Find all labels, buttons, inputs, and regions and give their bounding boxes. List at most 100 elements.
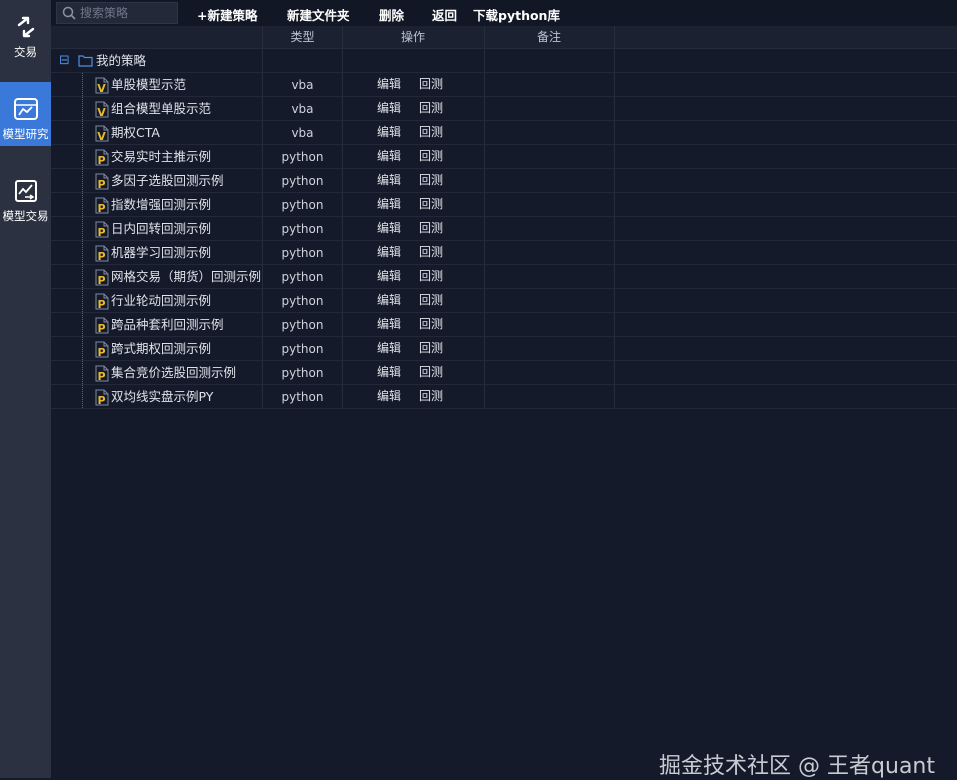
edit-link[interactable]: 编辑 xyxy=(377,97,401,121)
backtest-link[interactable]: 回测 xyxy=(419,217,443,241)
table-row[interactable]: P 交易实时主推示例 python 编辑 回测 xyxy=(51,145,957,169)
new-folder-button[interactable]: 新建文件夹 xyxy=(287,5,350,24)
edit-link[interactable]: 编辑 xyxy=(377,73,401,97)
strategy-type: python xyxy=(281,222,324,236)
backtest-link[interactable]: 回测 xyxy=(419,337,443,361)
sidebar-item-label: 模型研究 xyxy=(2,127,49,141)
column-header-type: 类型 xyxy=(290,30,315,44)
strategy-name: 组合模型单股示范 xyxy=(111,101,212,116)
strategy-type: python xyxy=(281,318,324,332)
new-strategy-button[interactable]: +新建策略 xyxy=(197,5,257,24)
file-icon: P xyxy=(95,173,109,190)
delete-button[interactable]: 删除 xyxy=(379,5,404,24)
edit-link[interactable]: 编辑 xyxy=(377,217,401,241)
svg-text:P: P xyxy=(97,154,105,166)
svg-text:P: P xyxy=(97,226,105,238)
table-row[interactable]: P 指数增强回测示例 python 编辑 回测 xyxy=(51,193,957,217)
strategy-type: python xyxy=(281,174,324,188)
table-row[interactable]: P 跨品种套利回测示例 python 编辑 回测 xyxy=(51,313,957,337)
strategy-type: vba xyxy=(291,78,314,92)
edit-link[interactable]: 编辑 xyxy=(377,337,401,361)
watermark: 掘金技术社区 @ 王者quant xyxy=(659,754,935,779)
backtest-link[interactable]: 回测 xyxy=(419,97,443,121)
table-row[interactable]: P 集合竞价选股回测示例 python 编辑 回测 xyxy=(51,361,957,385)
svg-text:P: P xyxy=(97,250,105,262)
svg-text:P: P xyxy=(97,202,105,214)
backtest-link[interactable]: 回测 xyxy=(419,193,443,217)
sidebar-item-model-research[interactable]: 模型研究 xyxy=(0,82,51,146)
table-row[interactable]: P 网格交易（期货）回测示例 python 编辑 回测 xyxy=(51,265,957,289)
column-header-notes: 备注 xyxy=(536,30,561,44)
svg-text:P: P xyxy=(97,298,105,310)
strategy-type: python xyxy=(281,246,324,260)
backtest-link[interactable]: 回测 xyxy=(419,385,443,409)
back-button[interactable]: 返回 xyxy=(432,5,457,24)
collapse-toggle-icon[interactable]: ⊟ xyxy=(59,49,70,73)
edit-link[interactable]: 编辑 xyxy=(377,313,401,337)
backtest-link[interactable]: 回测 xyxy=(419,289,443,313)
table-row[interactable]: P 多因子选股回测示例 python 编辑 回测 xyxy=(51,169,957,193)
edit-link[interactable]: 编辑 xyxy=(377,385,401,409)
strategy-type: python xyxy=(281,366,324,380)
edit-link[interactable]: 编辑 xyxy=(377,361,401,385)
edit-link[interactable]: 编辑 xyxy=(377,241,401,265)
backtest-link[interactable]: 回测 xyxy=(419,169,443,193)
edit-link[interactable]: 编辑 xyxy=(377,289,401,313)
strategy-type: vba xyxy=(291,126,314,140)
file-icon: P xyxy=(95,341,109,358)
search-box[interactable] xyxy=(56,2,178,24)
folder-icon xyxy=(78,55,93,67)
edit-link[interactable]: 编辑 xyxy=(377,145,401,169)
search-input[interactable] xyxy=(77,6,176,20)
table-row[interactable]: V 组合模型单股示范 vba 编辑 回测 xyxy=(51,97,957,121)
toolbar: +新建策略 新建文件夹 删除 返回 下载python库 xyxy=(51,0,957,26)
strategy-name: 行业轮动回测示例 xyxy=(111,293,212,308)
sidebar-item-label: 交易 xyxy=(14,45,37,59)
sidebar-item-trade[interactable]: 交易 xyxy=(0,0,51,64)
strategy-name: 交易实时主推示例 xyxy=(111,149,212,164)
svg-text:P: P xyxy=(97,394,105,406)
table-row[interactable]: P 双均线实盘示例PY python 编辑 回测 xyxy=(51,385,957,409)
backtest-link[interactable]: 回测 xyxy=(419,361,443,385)
file-icon: P xyxy=(95,293,109,310)
backtest-link[interactable]: 回测 xyxy=(419,313,443,337)
sidebar-item-label: 模型交易 xyxy=(2,209,49,223)
table-row[interactable]: P 机器学习回测示例 python 编辑 回测 xyxy=(51,241,957,265)
table-row[interactable]: V 单股模型示范 vba 编辑 回测 xyxy=(51,73,957,97)
backtest-link[interactable]: 回测 xyxy=(419,73,443,97)
edit-link[interactable]: 编辑 xyxy=(377,121,401,145)
swap-arrows-icon xyxy=(13,14,39,40)
svg-text:P: P xyxy=(97,346,105,358)
edit-link[interactable]: 编辑 xyxy=(377,193,401,217)
strategy-name: 日内回转回测示例 xyxy=(111,221,212,236)
file-icon: P xyxy=(95,197,109,214)
file-icon: P xyxy=(95,245,109,262)
backtest-link[interactable]: 回测 xyxy=(419,265,443,289)
table-row[interactable]: V 期权CTA vba 编辑 回测 xyxy=(51,121,957,145)
strategy-name: 机器学习回测示例 xyxy=(111,245,212,260)
backtest-link[interactable]: 回测 xyxy=(419,145,443,169)
strategy-name: 网格交易（期货）回测示例 xyxy=(111,269,262,284)
file-icon: V xyxy=(95,125,109,142)
edit-link[interactable]: 编辑 xyxy=(377,265,401,289)
table-row[interactable]: P 日内回转回测示例 python 编辑 回测 xyxy=(51,217,957,241)
strategy-name: 指数增强回测示例 xyxy=(111,197,212,212)
search-icon xyxy=(62,6,76,20)
table-row[interactable]: P 跨式期权回测示例 python 编辑 回测 xyxy=(51,337,957,361)
svg-text:V: V xyxy=(97,106,106,118)
edit-link[interactable]: 编辑 xyxy=(377,169,401,193)
backtest-link[interactable]: 回测 xyxy=(419,121,443,145)
folder-row[interactable]: ⊟ 我的策略 xyxy=(51,49,957,73)
file-icon: P xyxy=(95,389,109,406)
table-row[interactable]: P 行业轮动回测示例 python 编辑 回测 xyxy=(51,289,957,313)
download-python-lib-button[interactable]: 下载python库 xyxy=(473,5,560,24)
strategy-name: 集合竞价选股回测示例 xyxy=(111,365,237,380)
sidebar-item-model-trading[interactable]: 模型交易 xyxy=(0,164,51,228)
file-icon: V xyxy=(95,101,109,118)
file-icon: P xyxy=(95,149,109,166)
table-header: 类型 操作 备注 xyxy=(51,26,957,49)
strategy-type: python xyxy=(281,198,324,212)
svg-text:P: P xyxy=(97,274,105,286)
backtest-link[interactable]: 回测 xyxy=(419,241,443,265)
strategy-name: 单股模型示范 xyxy=(111,77,187,92)
